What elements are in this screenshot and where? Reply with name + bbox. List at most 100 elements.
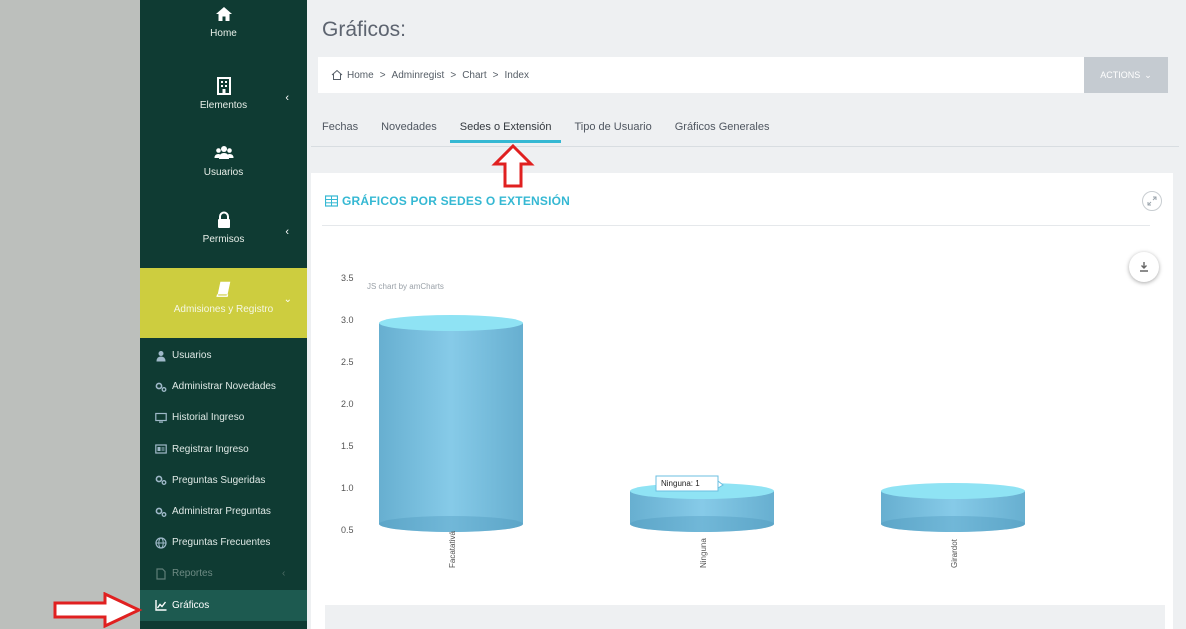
breadcrumb-separator: > xyxy=(450,69,457,81)
y-tick-label: 2.0 xyxy=(341,399,354,409)
sidebar-item-label: Preguntas Frecuentes xyxy=(172,537,271,549)
actions-label: ACTIONS xyxy=(1100,70,1141,80)
chevron-left-icon: ‹ xyxy=(285,92,289,104)
portlet-divider xyxy=(322,225,1150,226)
chevron-down-icon: ⌄ xyxy=(1144,69,1152,80)
line-chart-icon xyxy=(155,600,167,611)
actions-button[interactable]: ACTIONS ⌄ xyxy=(1084,57,1168,93)
sidebar-item-label: Home xyxy=(210,28,237,39)
sidebar-item-registrar-ingreso[interactable]: Registrar Ingreso xyxy=(140,434,307,465)
lock-icon xyxy=(217,211,230,228)
sidebar-item-graficos[interactable]: Gráficos xyxy=(140,589,307,621)
x-tick-label: Ninguna xyxy=(699,538,708,568)
chart-tooltip: Ninguna: 1 xyxy=(655,475,724,492)
sidebar-item-label: Preguntas Sugeridas xyxy=(172,474,266,486)
breadcrumb-separator: > xyxy=(492,69,499,81)
y-tick-label: 2.5 xyxy=(341,357,354,367)
home-icon xyxy=(215,7,232,21)
sidebar-item-reportes[interactable]: Reportes ‹ xyxy=(140,558,307,589)
breadcrumb-adminregist[interactable]: Adminregist xyxy=(392,70,445,81)
outer-margin xyxy=(0,0,140,629)
tab-fechas[interactable]: Fechas xyxy=(322,121,358,143)
expand-icon xyxy=(1147,196,1157,206)
tabs-divider xyxy=(311,146,1179,147)
sidebar-item-label: Registrar Ingreso xyxy=(172,443,249,455)
sidebar-item-usuarios-sub[interactable]: Usuarios xyxy=(140,340,307,371)
globe-icon xyxy=(155,537,167,549)
y-axis: 3.5 3.0 2.5 2.0 1.5 1.0 0.5 xyxy=(341,273,354,535)
bar-top xyxy=(379,315,523,331)
sidebar-item-elementos[interactable]: Elementos xyxy=(140,76,307,111)
sidebar-submenu: Usuarios Administrar Novedades Historial… xyxy=(140,340,307,621)
bar-facatativá xyxy=(379,315,523,532)
tooltip-text: Ninguna: 1 xyxy=(661,479,700,488)
tab-novedades[interactable]: Novedades xyxy=(381,121,437,143)
breadcrumb-separator: > xyxy=(379,69,386,81)
main-content: Gráficos: Home > Adminregist > Chart > I… xyxy=(307,0,1186,629)
page-title: Gráficos: xyxy=(322,18,407,41)
table-icon xyxy=(325,195,338,207)
sidebar-group-admisiones[interactable]: Admisiones y Registro ⌄ xyxy=(140,268,307,338)
y-tick-label: 3.5 xyxy=(341,273,354,283)
sidebar-item-label: Usuarios xyxy=(172,350,212,362)
sidebar-item-historial-ingreso[interactable]: Historial Ingreso xyxy=(140,402,307,433)
sidebar-item-home[interactable]: Home xyxy=(140,4,307,39)
sidebar-item-usuarios[interactable]: Usuarios xyxy=(140,143,307,178)
chevron-left-icon: ‹ xyxy=(282,568,286,580)
breadcrumb-index: Index xyxy=(504,69,529,81)
annotation-arrow-up-icon xyxy=(491,144,535,188)
bar-base xyxy=(630,516,774,532)
id-card-icon xyxy=(155,444,167,454)
breadcrumb-home[interactable]: Home xyxy=(347,70,374,81)
bar-base xyxy=(379,516,523,532)
sidebar-item-preguntas-sugeridas[interactable]: Preguntas Sugeridas xyxy=(140,465,307,496)
amcharts-credit[interactable]: JS chart by amCharts xyxy=(367,282,444,291)
home-outline-icon xyxy=(331,69,343,80)
tab-tipo-de-usuario[interactable]: Tipo de Usuario xyxy=(574,121,651,143)
building-icon xyxy=(216,77,231,95)
bar-body xyxy=(379,323,523,532)
sidebar-item-label: Admisiones y Registro xyxy=(173,304,274,315)
breadcrumb: Home > Adminregist > Chart > Index xyxy=(331,69,535,81)
annotation-arrow-right-icon xyxy=(53,592,143,628)
breadcrumb-bar: Home > Adminregist > Chart > Index ACTIO… xyxy=(318,57,1168,93)
sidebar-item-administrar-preguntas[interactable]: Administrar Preguntas xyxy=(140,496,307,527)
portlet-title-text: GRÁFICOS POR SEDES O EXTENSIÓN xyxy=(342,194,571,208)
x-tick-label: Girardot xyxy=(950,538,959,568)
sidebar-item-label: Gráficos xyxy=(172,599,210,611)
book-icon xyxy=(215,281,230,297)
sidebar-item-permisos[interactable]: Permisos xyxy=(140,210,307,245)
portlet-title: GRÁFICOS POR SEDES O EXTENSIÓN xyxy=(325,194,570,208)
cogs-icon xyxy=(155,507,167,517)
tab-sedes-o-extension[interactable]: Sedes o Extensión xyxy=(449,121,562,143)
bar-base xyxy=(881,516,1025,532)
sidebar-item-label: Historial Ingreso xyxy=(172,412,245,424)
bar-top xyxy=(881,483,1025,499)
y-tick-label: 0.5 xyxy=(341,525,354,535)
chevron-down-icon: ⌄ xyxy=(283,294,292,305)
chart-footer xyxy=(325,605,1165,629)
sidebar-item-label: Administrar Novedades xyxy=(172,381,276,393)
y-tick-label: 3.0 xyxy=(341,315,354,325)
monitor-icon xyxy=(155,412,167,423)
sidebar-item-label: Usuarios xyxy=(203,167,244,178)
sidebar-item-label: Reportes xyxy=(172,568,213,580)
tabs: Fechas Novedades Sedes o Extensión Tipo … xyxy=(322,121,792,143)
chevron-left-icon: ‹ xyxy=(285,226,289,238)
breadcrumb-chart[interactable]: Chart xyxy=(462,70,486,81)
sidebar: Home Elementos ‹ Usuarios Permisos ‹ Adm… xyxy=(140,0,307,629)
fullscreen-button[interactable] xyxy=(1142,191,1162,211)
tab-graficos-generales[interactable]: Gráficos Generales xyxy=(675,121,770,143)
sidebar-item-label: Permisos xyxy=(202,234,245,245)
cogs-icon xyxy=(155,475,167,486)
bars xyxy=(379,315,1025,532)
sidebar-item-administrar-novedades[interactable]: Administrar Novedades xyxy=(140,371,307,402)
x-tick-label: Facatativá xyxy=(448,531,457,568)
bar-chart: 3.5 3.0 2.5 2.0 1.5 1.0 0.5 JS chart by amChar… xyxy=(341,273,1025,568)
chart-portlet: GRÁFICOS POR SEDES O EXTENSIÓN 3.5 3.0 2.5… xyxy=(311,173,1173,629)
sidebar-item-label: Elementos xyxy=(199,100,248,111)
file-icon xyxy=(156,568,166,580)
users-icon xyxy=(214,146,233,159)
y-tick-label: 1.0 xyxy=(341,483,354,493)
sidebar-item-preguntas-frecuentes[interactable]: Preguntas Frecuentes xyxy=(140,527,307,558)
